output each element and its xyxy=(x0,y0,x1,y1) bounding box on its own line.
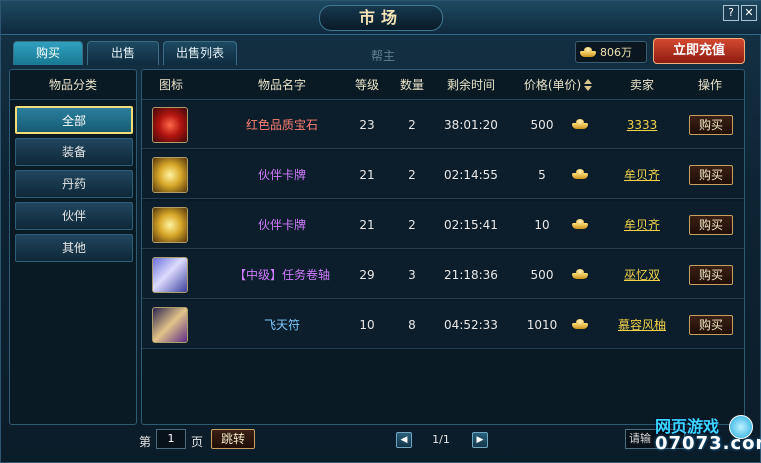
item-level: 10 xyxy=(359,318,375,332)
title-bar: 市场 ? ✕ xyxy=(1,1,761,35)
partner-card-icon[interactable] xyxy=(152,207,188,243)
site-watermark: 网页游戏 07073.com xyxy=(651,409,761,461)
tab-sell-list[interactable]: 出售列表 xyxy=(163,41,237,65)
category-panel: 物品分类 全部 装备 丹药 伙伴 其他 xyxy=(9,69,137,425)
table-row: 【中级】任务卷轴 29 3 21:18:36 500 巫忆双 购买 xyxy=(142,251,744,299)
category-title: 物品分类 xyxy=(10,70,136,100)
item-name: 伙伴卡牌 xyxy=(257,218,306,232)
item-price: 10 xyxy=(534,218,550,232)
partner-card-icon[interactable] xyxy=(152,157,188,193)
jump-button[interactable]: 跳转 xyxy=(211,429,255,449)
tab-sell[interactable]: 出售 xyxy=(87,41,159,65)
gold-ingot-icon xyxy=(570,251,590,299)
header-seller: 卖家 xyxy=(629,78,654,92)
help-icon[interactable]: ? xyxy=(723,5,739,21)
table-row: 红色品质宝石 23 2 38:01:20 500 3333 购买 xyxy=(142,101,744,149)
seller-link[interactable]: 牟贝齐 xyxy=(612,201,672,249)
listing-table: 图标 物品名字 等级 数量 剩余时间 价格(单价) 卖家 操作 红色品质宝石 2… xyxy=(141,69,745,425)
item-level: 23 xyxy=(359,118,375,132)
item-name: 飞天符 xyxy=(263,318,300,332)
header-icon: 图标 xyxy=(158,78,183,92)
item-price: 500 xyxy=(530,268,554,282)
item-level: 21 xyxy=(359,218,375,232)
item-qty: 3 xyxy=(408,268,416,282)
item-time: 38:01:20 xyxy=(444,118,498,132)
item-name: 红色品质宝石 xyxy=(245,118,318,132)
header-price[interactable]: 价格(单价) xyxy=(512,70,604,100)
seller-link[interactable]: 牟贝齐 xyxy=(612,151,672,199)
category-all[interactable]: 全部 xyxy=(15,106,133,134)
category-partner[interactable]: 伙伴 xyxy=(15,202,133,230)
header-time: 剩余时间 xyxy=(446,78,495,92)
currency-display: 806万 xyxy=(575,41,647,63)
item-price: 1010 xyxy=(526,318,558,332)
gold-ingot-icon xyxy=(580,47,596,57)
mascot-icon xyxy=(729,415,753,439)
category-pills[interactable]: 丹药 xyxy=(15,170,133,198)
item-name: 【中级】任务卷轴 xyxy=(233,268,330,282)
currency-amount: 806万 xyxy=(600,46,632,59)
close-icon[interactable]: ✕ xyxy=(741,5,757,21)
header-level: 等级 xyxy=(354,78,379,92)
table-header: 图标 物品名字 等级 数量 剩余时间 价格(单价) 卖家 操作 xyxy=(142,70,744,100)
item-level: 29 xyxy=(359,268,375,282)
buy-button[interactable]: 购买 xyxy=(689,115,733,135)
table-row: 伙伴卡牌 21 2 02:14:55 5 牟贝齐 购买 xyxy=(142,151,744,199)
next-page-icon[interactable]: ▶ xyxy=(472,432,488,448)
red-gem-icon[interactable] xyxy=(152,107,188,143)
item-price: 5 xyxy=(538,168,546,182)
page-indicator: 1/1 xyxy=(432,433,450,446)
page-suffix: 页 xyxy=(191,435,204,449)
page-prefix: 第 xyxy=(139,435,152,449)
tab-buy[interactable]: 购买 xyxy=(13,41,83,65)
category-other[interactable]: 其他 xyxy=(15,234,133,262)
seller-link[interactable]: 巫忆双 xyxy=(612,251,672,299)
sort-icon[interactable] xyxy=(584,79,593,91)
item-qty: 8 xyxy=(408,318,416,332)
item-time: 04:52:33 xyxy=(444,318,498,332)
header-action: 操作 xyxy=(697,78,722,92)
header-price-label: 价格(单价) xyxy=(523,78,582,92)
table-row: 伙伴卡牌 21 2 02:15:41 10 牟贝齐 购买 xyxy=(142,201,744,249)
market-window: 市场 ? ✕ 帮主 购买 出售 出售列表 806万 立即充值 物品分类 全部 装… xyxy=(0,0,761,463)
item-price: 500 xyxy=(530,118,554,132)
buy-button[interactable]: 购买 xyxy=(689,165,733,185)
faded-subtitle: 帮主 xyxy=(370,49,395,63)
item-level: 21 xyxy=(359,168,375,182)
buy-button[interactable]: 购买 xyxy=(689,215,733,235)
gold-ingot-icon xyxy=(570,301,590,349)
recharge-button[interactable]: 立即充值 xyxy=(653,38,745,64)
item-qty: 2 xyxy=(408,168,416,182)
talisman-icon[interactable] xyxy=(152,307,188,343)
item-qty: 2 xyxy=(408,218,416,232)
quest-scroll-icon[interactable] xyxy=(152,257,188,293)
gold-ingot-icon xyxy=(570,101,590,149)
item-time: 02:14:55 xyxy=(444,168,498,182)
item-time: 21:18:36 xyxy=(444,268,498,282)
prev-page-icon[interactable]: ◀ xyxy=(396,432,412,448)
pagination-bar: 第 1 页 跳转 ◀ 1/1 ▶ 请输 xyxy=(1,427,761,453)
item-time: 02:15:41 xyxy=(444,218,498,232)
buy-button[interactable]: 购买 xyxy=(689,265,733,285)
buy-button[interactable]: 购买 xyxy=(689,315,733,335)
gold-ingot-icon xyxy=(570,151,590,199)
header-name: 物品名字 xyxy=(257,78,306,92)
table-row: 飞天符 10 8 04:52:33 1010 慕容风柚 购买 xyxy=(142,301,744,349)
gold-ingot-icon xyxy=(570,201,590,249)
window-title: 市场 xyxy=(319,5,443,31)
seller-link[interactable]: 慕容风柚 xyxy=(612,301,672,349)
seller-link[interactable]: 3333 xyxy=(612,101,672,149)
item-name: 伙伴卡牌 xyxy=(257,168,306,182)
item-qty: 2 xyxy=(408,118,416,132)
category-equipment[interactable]: 装备 xyxy=(15,138,133,166)
page-input[interactable]: 1 xyxy=(156,429,186,449)
header-qty: 数量 xyxy=(399,78,424,92)
